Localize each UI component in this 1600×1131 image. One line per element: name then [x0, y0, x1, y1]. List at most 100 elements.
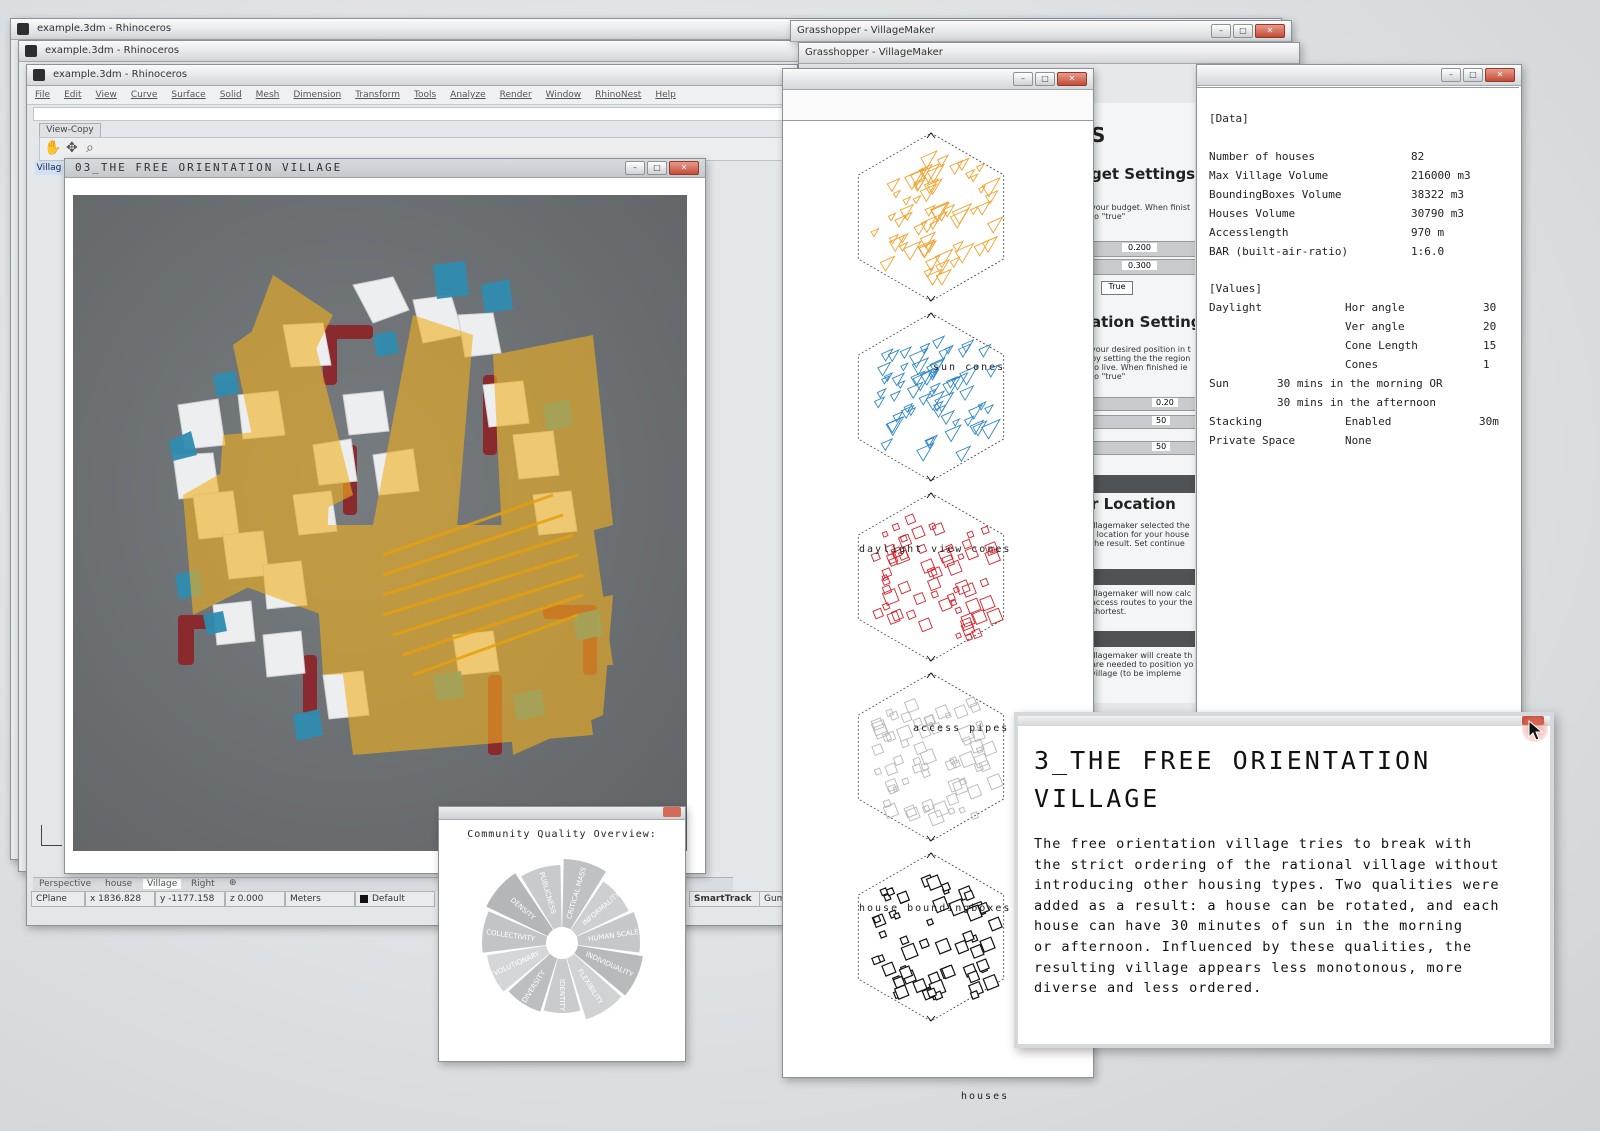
description-titlebar[interactable] — [1018, 716, 1550, 726]
menu-rhinonest[interactable]: RhinoNest — [595, 86, 641, 104]
gh-slider-3[interactable]: 0.20 — [1091, 397, 1195, 411]
rhino-app-icon — [33, 69, 45, 81]
viewport-titlebar[interactable]: 03_THE FREE ORIENTATION VILLAGE – □ ✕ — [65, 159, 705, 178]
status-x: x 1836.828 — [85, 891, 155, 907]
description-line: added as a result: a house can be rotate… — [1034, 897, 1500, 914]
daylight-value-cone: 15 — [1483, 339, 1497, 352]
minimize-icon[interactable]: – — [1013, 72, 1033, 86]
description-line: resulting village appears less monotonou… — [1034, 959, 1464, 976]
window-controls: – □ ✕ — [1441, 68, 1515, 82]
close-icon[interactable] — [663, 807, 681, 817]
menu-curve[interactable]: Curve — [131, 86, 158, 104]
grasshopper-window-back[interactable]: Grasshopper - VillageMaker – □ ✕ — [790, 20, 1292, 42]
3d-viewport[interactable] — [73, 195, 687, 851]
hex-diagram-house-boundingboxes — [857, 672, 1005, 842]
menu-help[interactable]: Help — [655, 86, 676, 104]
data-key-max-volume: Max Village Volume — [1209, 169, 1329, 182]
private-value: None — [1345, 434, 1372, 447]
command-line[interactable] — [33, 107, 785, 121]
private-label: Private Space — [1209, 434, 1296, 447]
description-line: or afternoon. Influenced by these qualit… — [1034, 938, 1473, 955]
window-controls: – □ ✕ — [1211, 24, 1285, 38]
axis-gizmo-icon — [41, 825, 62, 846]
status-layer[interactable]: Default — [355, 891, 435, 907]
gh-dark-bar-3 — [1091, 631, 1195, 647]
description-line: The free orientation village tries to br… — [1034, 836, 1473, 852]
menu-mesh[interactable]: Mesh — [256, 86, 280, 104]
window-title: example.3dm - Rhinoceros — [37, 23, 172, 34]
sun-line-1: 30 mins in the morning OR — [1277, 377, 1443, 390]
minimize-icon[interactable]: – — [625, 161, 645, 175]
menu-view[interactable]: View — [96, 86, 117, 104]
zoom-icon[interactable]: ⌕ — [86, 140, 94, 156]
description-body: The free orientation village tries to br… — [1034, 834, 1500, 999]
rhino-app-icon — [25, 45, 37, 57]
left-side-tab[interactable]: Villag — [35, 161, 63, 175]
menu-analyze[interactable]: Analyze — [450, 86, 485, 104]
close-icon[interactable]: ✕ — [1485, 68, 1515, 82]
minimize-icon[interactable]: – — [1211, 24, 1231, 38]
stacking-label: Stacking — [1209, 415, 1262, 428]
menu-solid[interactable]: Solid — [220, 86, 242, 104]
daylight-key-ver: Ver angle — [1345, 320, 1405, 333]
data-window[interactable]: – □ ✕ [Data] Number of houses 82 Max Villa… — [1196, 64, 1522, 716]
window-controls: – □ ✕ — [1013, 72, 1087, 86]
gh-slider-2[interactable]: 0.300 — [1091, 259, 1195, 275]
tab-right[interactable]: Right — [191, 879, 215, 889]
tab-village[interactable]: Village — [143, 879, 182, 889]
menu-file[interactable]: File — [35, 86, 50, 104]
menu-render[interactable]: Render — [500, 86, 532, 104]
description-title-line-1: 3_THE FREE ORIENTATION — [1034, 746, 1432, 775]
tab-house[interactable]: house — [105, 879, 132, 889]
hand-icon[interactable]: ✋ — [44, 140, 61, 156]
grasshopper-back-titlebar[interactable]: Grasshopper - VillageMaker – □ ✕ — [791, 21, 1291, 42]
add-tab-icon[interactable]: ⊕ — [229, 878, 237, 888]
description-line: diverse and less ordered. — [1034, 980, 1263, 997]
status-smarttrack[interactable]: SmartTrack — [689, 891, 761, 907]
rotate-icon[interactable]: ✥ — [66, 140, 78, 156]
gh-toggle-1[interactable]: True — [1101, 281, 1133, 295]
menu-surface[interactable]: Surface — [171, 86, 205, 104]
menu-window[interactable]: Window — [546, 86, 582, 104]
data-header: [Data] — [1209, 112, 1249, 125]
toolbar-tab[interactable]: View-Copy — [39, 123, 101, 138]
minimize-icon[interactable]: – — [1441, 68, 1461, 82]
menu-transform[interactable]: Transform — [355, 86, 400, 104]
gh-slider-5[interactable]: 50 — [1091, 441, 1195, 455]
close-icon[interactable]: ✕ — [1057, 72, 1087, 86]
gh-dark-bar-2 — [1091, 569, 1195, 585]
village-render-illustration — [73, 195, 687, 851]
maximize-icon[interactable]: □ — [647, 161, 667, 175]
gh-slider-4[interactable]: 50 — [1091, 415, 1195, 429]
diagram-label-access-pipes: access pipes — [913, 723, 1010, 734]
slider-value: 50 — [1152, 416, 1171, 425]
menu-dimension[interactable]: Dimension — [293, 86, 341, 104]
maximize-icon[interactable]: □ — [1035, 72, 1055, 86]
layer-name: Default — [372, 894, 405, 904]
hex-diagram-access-pipes — [857, 492, 1005, 662]
close-icon[interactable]: ✕ — [1255, 24, 1285, 38]
sun-line-2: 30 mins in the afternoon — [1277, 396, 1436, 409]
data-content: [Data] Number of houses 82 Max Village V… — [1197, 87, 1519, 714]
viewport-window[interactable]: 03_THE FREE ORIENTATION VILLAGE – □ ✕ — [64, 158, 706, 874]
viewport-title: 03_THE FREE ORIENTATION VILLAGE — [75, 161, 343, 174]
viewport-window-controls: – □ ✕ — [625, 161, 699, 175]
diagram-titlebar[interactable]: – □ ✕ — [783, 69, 1093, 90]
gh-slider-1[interactable]: 0.200 — [1091, 241, 1195, 257]
status-units: Meters — [285, 891, 355, 907]
maximize-icon[interactable]: □ — [1233, 24, 1253, 38]
quality-titlebar[interactable] — [439, 807, 685, 820]
menu-tools[interactable]: Tools — [414, 86, 436, 104]
slider-value: 0.200 — [1122, 243, 1157, 252]
rhino-main-titlebar[interactable]: example.3dm - Rhinoceros — [27, 65, 797, 86]
quality-window[interactable]: Community Quality Overview: CRITICAL MAS… — [438, 806, 686, 1062]
data-value-accesslength: 970 m — [1411, 226, 1445, 239]
data-titlebar[interactable]: – □ ✕ — [1197, 65, 1521, 86]
close-icon[interactable]: ✕ — [669, 161, 699, 175]
tab-perspective[interactable]: Perspective — [39, 879, 91, 889]
maximize-icon[interactable]: □ — [1463, 68, 1483, 82]
description-window[interactable]: 3_THE FREE ORIENTATION VILLAGE The free … — [1014, 712, 1554, 1048]
diagram-header-strip — [783, 90, 1093, 121]
grasshopper-front-titlebar[interactable]: Grasshopper - VillageMaker — [799, 43, 1299, 64]
menu-edit[interactable]: Edit — [64, 86, 81, 104]
